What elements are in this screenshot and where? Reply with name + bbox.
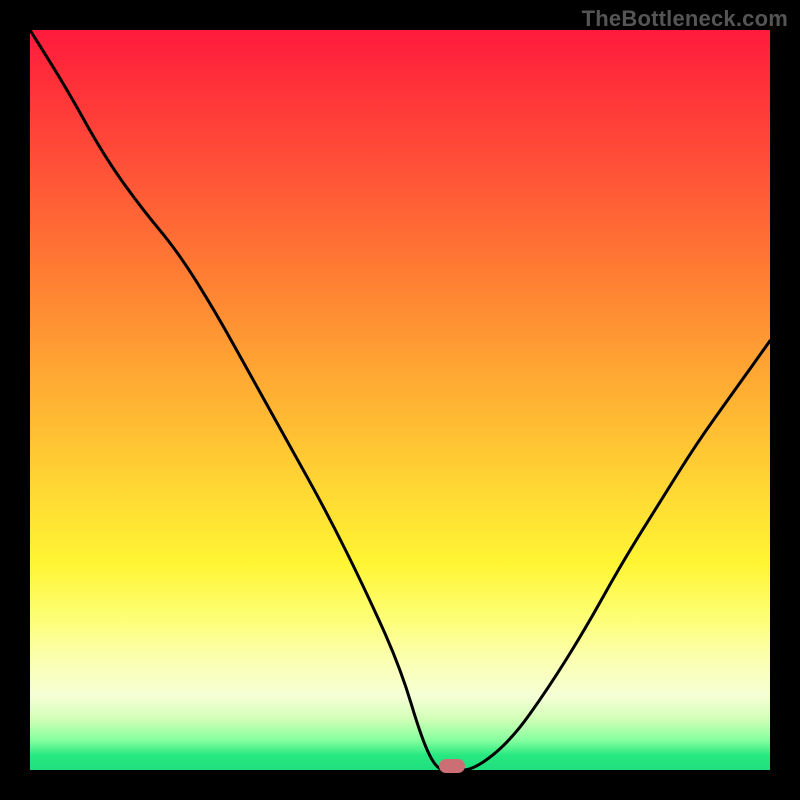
bottleneck-marker (439, 759, 465, 773)
watermark-text: TheBottleneck.com (582, 6, 788, 32)
bottleneck-curve (30, 30, 770, 770)
plot-area (30, 30, 770, 770)
chart-frame: TheBottleneck.com (0, 0, 800, 800)
curve-path (30, 30, 770, 770)
